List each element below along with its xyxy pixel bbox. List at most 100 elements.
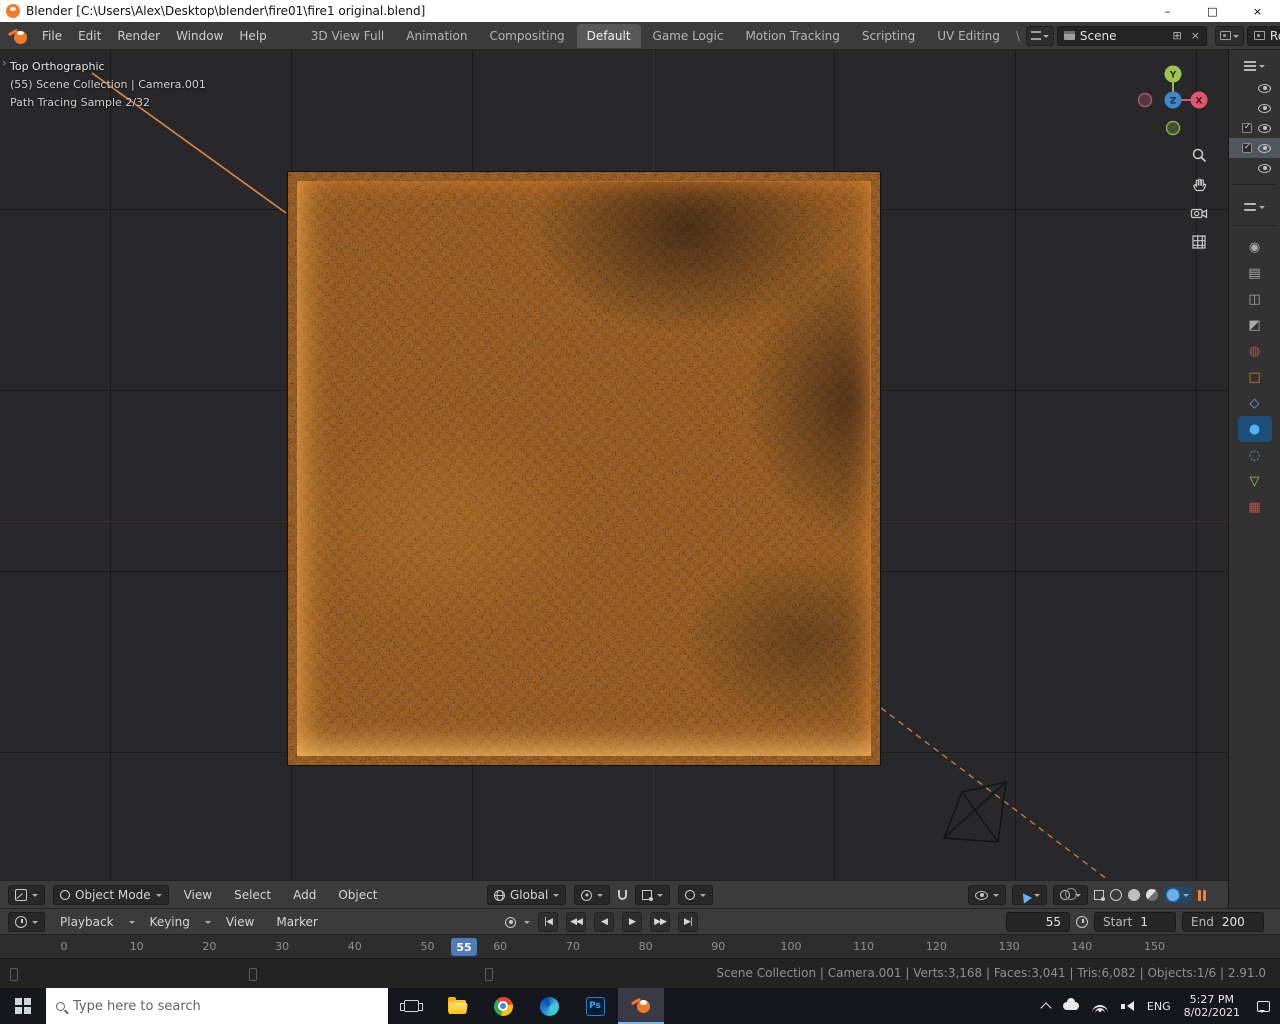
viewport-menu-add[interactable]: Add [286, 885, 323, 905]
transform-orientation-dropdown[interactable]: Global [487, 885, 567, 905]
properties-tab-scene[interactable]: ◩ [1238, 312, 1272, 338]
jump-to-start-button[interactable]: |◀ [538, 912, 558, 932]
properties-tab-modifiers[interactable]: ◇ [1238, 390, 1272, 416]
file-explorer-button[interactable] [434, 988, 480, 1024]
playhead[interactable]: 55 [451, 938, 477, 956]
play-reverse-button[interactable]: ◀ [594, 912, 614, 932]
outliner-row-selected[interactable] [1229, 138, 1280, 158]
close-button[interactable]: × [1235, 0, 1280, 22]
properties-tab-view-layer[interactable]: ◫ [1238, 286, 1272, 312]
viewport-menu-view[interactable]: View [177, 885, 219, 905]
shading-wireframe-icon[interactable] [1110, 889, 1122, 901]
workspace-tab-default[interactable]: Default [576, 23, 641, 48]
language-indicator[interactable]: ENG [1147, 1000, 1171, 1013]
jump-to-end-button[interactable]: ▶| [678, 912, 698, 932]
properties-editor-type-button[interactable] [1229, 195, 1280, 219]
snap-target-dropdown[interactable] [635, 885, 671, 905]
task-view-button[interactable] [388, 988, 434, 1024]
gizmo-minus-y-ball[interactable] [1165, 120, 1181, 136]
edge-button[interactable] [526, 988, 572, 1024]
previous-keyframe-button[interactable]: ◀◀ [566, 912, 586, 932]
toolbar-expand-arrow[interactable]: › [2, 56, 7, 70]
browse-render-layer-button[interactable] [1214, 25, 1244, 46]
visibility-dropdown[interactable] [968, 885, 1006, 905]
menu-window[interactable]: Window [168, 25, 231, 47]
menu-help[interactable]: Help [231, 25, 274, 47]
maximize-button[interactable]: □ [1190, 0, 1235, 22]
shading-rendered-active[interactable] [1164, 887, 1192, 903]
pause-render-icon[interactable] [1198, 889, 1206, 901]
workspace-tab-animation[interactable]: Animation [396, 24, 477, 48]
shading-solid-icon[interactable] [1128, 889, 1140, 901]
snap-toggle-icon[interactable] [618, 890, 628, 900]
play-button[interactable]: ▶ [622, 912, 642, 932]
auto-keyframe-icon[interactable] [505, 916, 516, 928]
current-frame-field[interactable]: 55 [1006, 912, 1070, 932]
camera-view-icon[interactable] [1188, 202, 1210, 224]
workspace-tab-uv-editing[interactable]: UV Editing [927, 24, 1010, 48]
frame-end-field[interactable]: End 200 [1182, 912, 1264, 932]
workspace-tab-game-logic[interactable]: Game Logic [643, 24, 734, 48]
rendered-fire-plane[interactable] [287, 171, 881, 766]
timeline-menu-keying[interactable]: Keying [143, 912, 197, 932]
timeline-ruler[interactable]: 0 10 20 30 40 50 60 70 80 90 100 110 120… [0, 934, 1280, 958]
menu-edit[interactable]: Edit [70, 25, 109, 47]
properties-tab-world[interactable]: ◍ [1238, 338, 1272, 364]
mode-dropdown[interactable]: Object Mode [53, 885, 169, 905]
menu-render[interactable]: Render [109, 25, 168, 47]
timeline-menu-playback[interactable]: Playback [53, 912, 121, 932]
frame-start-field[interactable]: Start 1 [1094, 912, 1176, 932]
visibility-eye-icon[interactable] [1258, 143, 1271, 153]
visibility-eye-icon[interactable] [1258, 163, 1271, 173]
use-preview-range-icon[interactable] [1076, 916, 1088, 928]
photoshop-button[interactable]: Ps [572, 988, 618, 1024]
xray-toggle-icon[interactable] [1094, 890, 1105, 901]
properties-tab-particles[interactable]: ◌ [1238, 442, 1272, 468]
blender-logo-icon[interactable] [7, 27, 28, 45]
gizmos-dropdown[interactable] [1012, 885, 1047, 905]
next-keyframe-button[interactable]: ▶▶ [650, 912, 670, 932]
navigation-gizmo[interactable]: Y X Z [1133, 58, 1213, 142]
pan-hand-icon[interactable] [1188, 173, 1210, 195]
search-input[interactable] [73, 998, 378, 1014]
tray-expand-chevron-icon[interactable] [1040, 1001, 1052, 1014]
workspace-tab-3d-view-full[interactable]: 3D View Full [301, 24, 395, 48]
timeline-menu-marker[interactable]: Marker [269, 912, 324, 932]
volume-icon[interactable] [1120, 1000, 1134, 1012]
viewport-menu-object[interactable]: Object [331, 885, 384, 905]
minimize-button[interactable]: – [1145, 0, 1190, 22]
wifi-icon[interactable] [1091, 1000, 1108, 1012]
browse-scene-button[interactable] [1025, 25, 1054, 46]
properties-tab-physics[interactable]: ● [1237, 416, 1272, 442]
properties-tab-render[interactable]: ◉ [1238, 234, 1272, 260]
zoom-tool-icon[interactable] [1188, 144, 1210, 166]
toggle-ortho-grid-icon[interactable] [1188, 231, 1210, 253]
onedrive-cloud-icon[interactable] [1062, 998, 1079, 1010]
render-layer-selector[interactable]: RenderLayer ⊞ × [1246, 25, 1280, 46]
properties-tab-object[interactable]: □ [1238, 364, 1272, 390]
editor-type-button[interactable] [8, 885, 45, 905]
timeline-menu-view[interactable]: View [219, 912, 261, 932]
visibility-eye-icon[interactable] [1258, 103, 1271, 113]
visibility-eye-icon[interactable] [1258, 123, 1271, 133]
area-corner-widget[interactable] [485, 968, 493, 981]
viewport-menu-select[interactable]: Select [227, 885, 278, 905]
blender-taskbar-button[interactable] [618, 988, 664, 1024]
taskbar-clock[interactable]: 5:27 PM 8/02/2021 [1184, 993, 1240, 1019]
workspace-tab-compositing[interactable]: Compositing [479, 24, 574, 48]
selectability-checkbox[interactable] [1242, 122, 1252, 133]
proportional-edit-dropdown[interactable] [678, 885, 714, 905]
properties-tab-texture[interactable]: ▦ [1238, 494, 1272, 520]
properties-tab-object-data[interactable]: ▽ [1238, 468, 1272, 494]
gizmo-minus-x-ball[interactable] [1137, 92, 1153, 108]
chrome-button[interactable] [480, 988, 526, 1024]
timeline-editor-type-button[interactable] [8, 912, 45, 932]
start-button[interactable] [0, 988, 46, 1024]
properties-tab-output[interactable]: ▤ [1238, 260, 1272, 286]
action-center-icon[interactable] [1257, 1000, 1270, 1013]
visibility-eye-icon[interactable] [1258, 83, 1271, 93]
new-scene-button[interactable]: ⊞ [1170, 29, 1183, 42]
workspace-tab-motion-tracking[interactable]: Motion Tracking [735, 24, 849, 48]
area-corner-widget[interactable] [249, 968, 257, 981]
outliner-editor-type-button[interactable] [1229, 54, 1280, 78]
